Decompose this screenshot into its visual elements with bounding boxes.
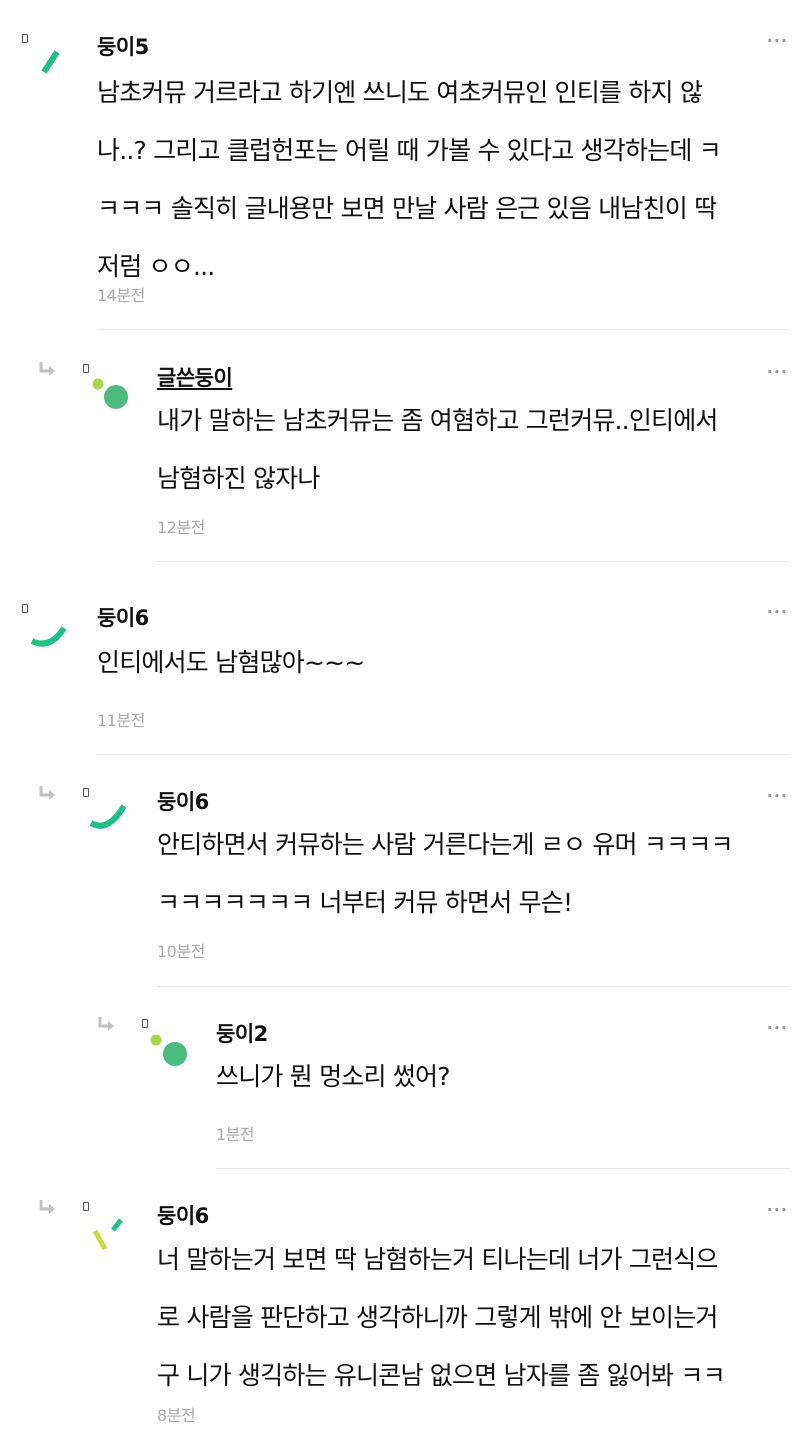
more-options-button[interactable]: ··· [767, 31, 788, 50]
comment-author[interactable]: 둥이5 [97, 31, 149, 61]
more-options-button[interactable]: ··· [767, 786, 788, 805]
comment-body: 인티에서도 남혐많아~~~ [97, 648, 365, 677]
comment-author[interactable]: 글쓴둥이 [157, 362, 233, 392]
badge-icon [83, 788, 89, 797]
badge-icon [83, 364, 89, 373]
comment-body: 안티하면서 커뮤하는 사람 거른다는게 ㄹㅇ 유머 ㅋㅋㅋㅋ ㅋㅋㅋㅋㅋㅋㅋ 너… [157, 830, 733, 917]
avatar [89, 804, 127, 829]
divider [216, 1168, 790, 1169]
comment-timestamp: 14분전 [97, 286, 145, 305]
comment-body: 내가 말하는 남초커뮤는 좀 여혐하고 그런커뮤..인티에서 남혐하진 않자나 [157, 406, 718, 493]
more-options-button[interactable]: ··· [767, 602, 788, 621]
badge-icon [142, 1019, 148, 1028]
divider [97, 754, 790, 755]
avatar [92, 378, 128, 409]
divider [157, 561, 790, 562]
comment-author[interactable]: 둥이6 [157, 1200, 209, 1230]
divider [157, 986, 790, 987]
avatar [41, 50, 60, 74]
comment-body: 쓰니가 뭔 멍소리 썼어? [216, 1062, 451, 1091]
comment-body: 너 말하는거 보면 딱 남혐하는거 티나는데 너가 그런식으 로 사람을 판단하… [157, 1245, 726, 1390]
comment-author[interactable]: 둥이2 [216, 1018, 268, 1048]
comment-timestamp: 10분전 [157, 942, 205, 961]
comment-timestamp: 11분전 [97, 711, 145, 730]
comment-timestamp: 12분전 [157, 518, 205, 537]
avatar [30, 626, 67, 647]
badge-icon [22, 34, 28, 43]
more-options-button[interactable]: ··· [767, 1018, 788, 1037]
badge-icon [83, 1202, 89, 1211]
avatar [150, 1034, 187, 1066]
comment-body: 남초커뮤 거르라고 하기엔 쓰니도 여초커뮤인 인티를 하지 않 나..? 그리… [97, 78, 722, 281]
avatar [92, 1218, 123, 1251]
comment-timestamp: 8분전 [157, 1406, 196, 1425]
reply-arrow-icon [39, 1200, 55, 1214]
more-options-button[interactable]: ··· [767, 1200, 788, 1219]
comment-author[interactable]: 둥이6 [157, 786, 209, 816]
comment-author[interactable]: 둥이6 [97, 602, 149, 632]
divider [97, 329, 790, 330]
reply-arrow-icon [39, 786, 55, 800]
reply-arrow-icon [98, 1017, 114, 1031]
comment-timestamp: 1분전 [216, 1125, 255, 1144]
reply-arrow-icon [39, 362, 55, 376]
more-options-button[interactable]: ··· [767, 362, 788, 381]
